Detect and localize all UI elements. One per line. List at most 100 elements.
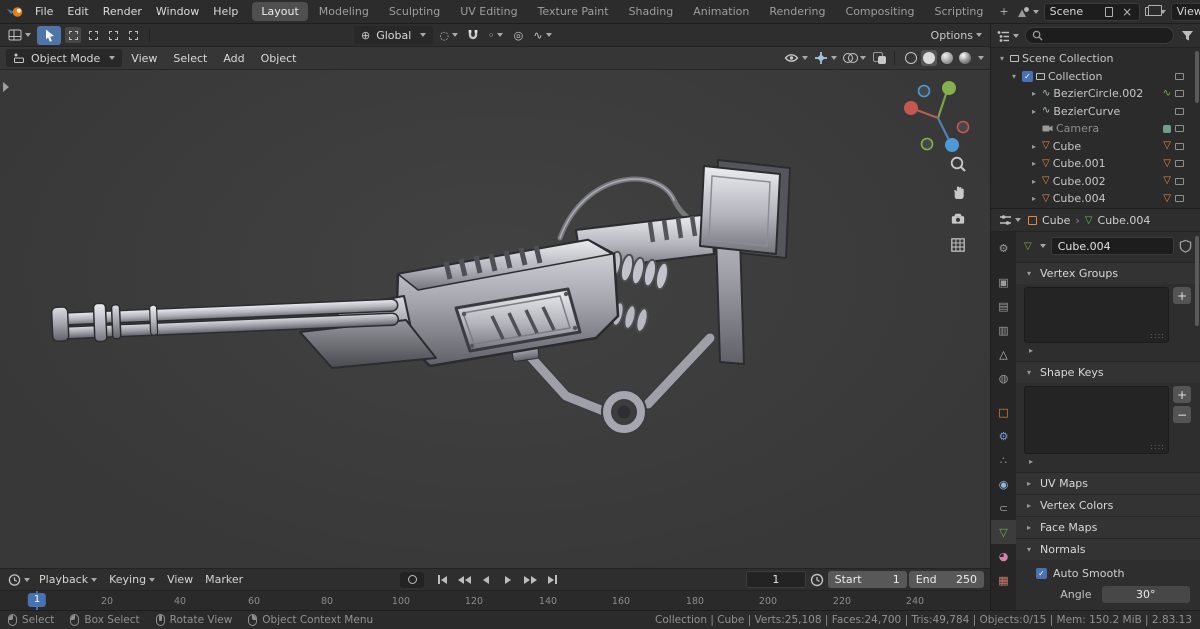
play-reverse-button[interactable] <box>476 572 496 588</box>
outliner-row-cube-004[interactable]: Cube.004 <box>991 190 1200 208</box>
outliner-row-scene-collection[interactable]: Scene Collection <box>991 50 1200 68</box>
outliner-row-beziercircle[interactable]: BezierCircle.002 <box>991 85 1200 103</box>
add-shape-key-button[interactable]: + <box>1173 386 1191 403</box>
scene-icon[interactable] <box>1015 3 1041 21</box>
tab-layout[interactable]: Layout <box>252 2 308 21</box>
tab-animation[interactable]: Animation <box>684 2 758 21</box>
menu-add[interactable]: Add <box>216 52 251 65</box>
shading-rendered[interactable] <box>957 50 973 66</box>
hide-viewport-icon[interactable] <box>1175 195 1184 203</box>
select-mode-intersect[interactable] <box>125 27 141 43</box>
vertex-groups-list[interactable] <box>1024 287 1169 343</box>
props-tab-physics[interactable] <box>991 472 1016 496</box>
hide-viewport-icon[interactable] <box>1175 125 1184 133</box>
outliner-row-beziercurve[interactable]: BezierCurve <box>991 103 1200 121</box>
outliner-row-collection[interactable]: Collection <box>991 68 1200 86</box>
filter-icon[interactable] <box>1178 27 1196 45</box>
viewport-3d[interactable] <box>0 70 990 568</box>
editor-type-3d-viewport[interactable] <box>6 26 33 44</box>
snap-target-dropdown[interactable] <box>486 26 506 44</box>
data-name-field[interactable]: Cube.004 <box>1050 237 1174 255</box>
select-mode-subtract[interactable] <box>105 27 121 43</box>
disclosure-icon[interactable] <box>997 54 1007 63</box>
hide-viewport-icon[interactable] <box>1175 177 1184 185</box>
disclosure-icon[interactable] <box>1029 177 1039 186</box>
angle-field[interactable]: 30° <box>1101 586 1190 603</box>
properties-scrollbar[interactable] <box>1195 236 1199 326</box>
shading-material-preview[interactable] <box>939 50 955 66</box>
normals-header[interactable]: Normals <box>1016 539 1200 560</box>
new-scene-button[interactable] <box>1103 5 1116 18</box>
menu-help[interactable]: Help <box>206 5 245 18</box>
tab-rendering[interactable]: Rendering <box>760 2 834 21</box>
list-resize-grip[interactable] <box>1150 331 1165 340</box>
tab-compositing[interactable]: Compositing <box>837 2 924 21</box>
blender-logo-icon[interactable] <box>6 5 24 19</box>
outliner-row-cube[interactable]: Cube <box>991 138 1200 156</box>
transform-orientation-dropdown[interactable]: Global <box>354 26 434 44</box>
tab-texture-paint[interactable]: Texture Paint <box>529 2 618 21</box>
shading-wireframe[interactable] <box>903 50 919 66</box>
props-tab-material[interactable] <box>991 544 1016 568</box>
keying-menu[interactable]: Keying <box>104 573 160 586</box>
shape-keys-header[interactable]: Shape Keys <box>1016 362 1200 383</box>
collection-checkbox[interactable] <box>1022 70 1033 82</box>
add-vertex-group-button[interactable]: + <box>1173 287 1191 304</box>
active-tool-select-box[interactable] <box>37 25 61 45</box>
props-tab-modifiers[interactable] <box>991 424 1016 448</box>
tab-sculpting[interactable]: Sculpting <box>380 2 449 21</box>
pan-hand-icon[interactable] <box>948 181 968 201</box>
props-tab-view-layer[interactable] <box>991 318 1016 342</box>
ortho-grid-icon[interactable] <box>948 235 968 255</box>
playhead-frame-label[interactable]: 1 <box>27 593 47 607</box>
proportional-falloff-dropdown[interactable] <box>531 26 553 44</box>
menu-select[interactable]: Select <box>166 52 214 65</box>
playback-menu[interactable]: Playback <box>34 573 102 586</box>
view-menu[interactable]: View <box>162 573 198 586</box>
menu-view[interactable]: View <box>124 52 164 65</box>
face-maps-header[interactable]: Face Maps <box>1016 517 1200 538</box>
disclosure-icon[interactable] <box>1029 107 1039 116</box>
auto-smooth-checkbox[interactable] <box>1036 568 1047 579</box>
disclosure-icon[interactable] <box>1029 159 1039 168</box>
outliner-scrollbar[interactable] <box>1195 51 1199 103</box>
overlays-dropdown[interactable] <box>841 49 868 67</box>
view-layer-selector[interactable]: View Layer <box>1170 2 1200 21</box>
editor-type-outliner[interactable] <box>995 27 1021 45</box>
scene-selector[interactable]: Scene <box>1043 2 1140 21</box>
props-tab-tool[interactable] <box>991 236 1016 260</box>
editor-type-timeline[interactable] <box>6 571 32 589</box>
shading-solid[interactable] <box>921 50 937 66</box>
object-type-visibility-dropdown[interactable] <box>782 49 810 67</box>
select-mode-extend[interactable] <box>85 27 101 43</box>
props-tab-render[interactable] <box>991 270 1016 294</box>
props-tab-world[interactable] <box>991 366 1016 390</box>
proportional-edit-toggle[interactable] <box>509 26 527 44</box>
options-dropdown[interactable]: Options <box>929 26 984 44</box>
search-input[interactable] <box>1025 27 1174 44</box>
menu-edit[interactable]: Edit <box>60 5 95 18</box>
props-tab-texture[interactable] <box>991 568 1016 592</box>
disclosure-icon[interactable] <box>1009 72 1019 81</box>
disclosure-icon[interactable] <box>1026 346 1036 355</box>
jump-to-end-button[interactable] <box>542 572 562 588</box>
props-tab-object[interactable] <box>991 400 1016 424</box>
mode-dropdown[interactable]: Object Mode <box>6 49 123 67</box>
vertex-groups-header[interactable]: Vertex Groups <box>1016 263 1200 284</box>
hide-viewport-icon[interactable] <box>1175 107 1184 115</box>
camera-view-icon[interactable] <box>948 208 968 228</box>
remove-shape-key-button[interactable]: − <box>1173 406 1191 423</box>
next-keyframe-button[interactable] <box>520 572 540 588</box>
vertex-colors-header[interactable]: Vertex Colors <box>1016 495 1200 516</box>
list-resize-grip[interactable] <box>1150 442 1165 451</box>
hide-viewport-icon[interactable] <box>1175 72 1184 80</box>
tab-uv-editing[interactable]: UV Editing <box>451 2 526 21</box>
prev-keyframe-button[interactable] <box>454 572 474 588</box>
disclosure-icon[interactable] <box>1026 457 1036 466</box>
zoom-icon[interactable] <box>948 154 968 174</box>
fake-user-shield-icon[interactable] <box>1179 239 1192 253</box>
view-layer-icon[interactable] <box>1143 3 1168 21</box>
props-tab-output[interactable] <box>991 294 1016 318</box>
props-tab-particles[interactable] <box>991 448 1016 472</box>
preview-range-clock-icon[interactable] <box>808 571 826 589</box>
